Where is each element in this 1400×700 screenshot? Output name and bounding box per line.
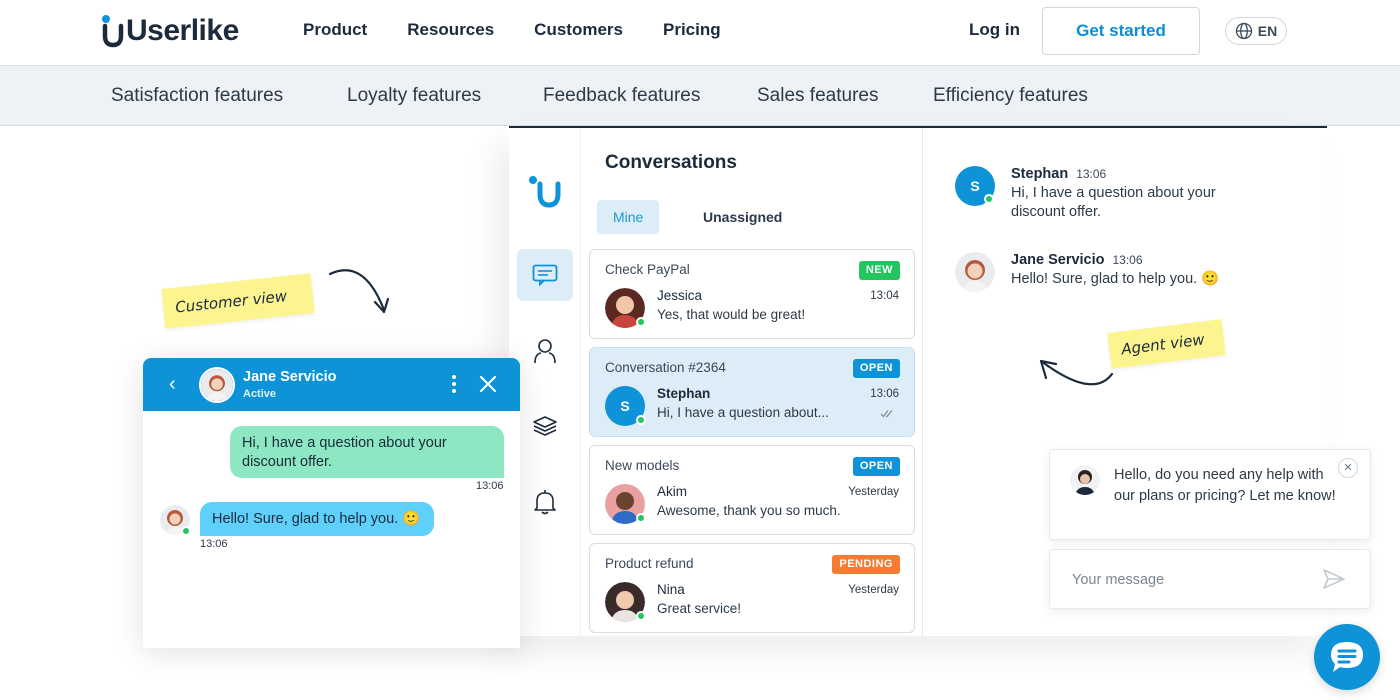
conversation-time: 13:04 (870, 290, 899, 302)
online-indicator (984, 194, 994, 204)
online-indicator (636, 611, 646, 621)
user-icon (534, 339, 556, 364)
rail-contacts-button[interactable] (517, 325, 573, 377)
chat-invitation: Hello, do you need any help with our pla… (1049, 449, 1371, 540)
online-indicator (636, 317, 646, 327)
read-check-icon (880, 410, 893, 418)
rail-conversations-button[interactable] (517, 249, 573, 301)
last-message: Yes, that would be great! (657, 307, 806, 322)
layers-icon (533, 416, 557, 436)
contact-name: Stephan (657, 386, 711, 401)
customer-view-note: Customer view (161, 273, 315, 329)
conversations-title: Conversations (605, 152, 737, 173)
userlike-logo-icon (102, 15, 124, 48)
main-nav: Product Resources Customers Pricing (303, 20, 721, 40)
curved-arrow-icon (328, 269, 390, 314)
contact-name: Jessica (657, 288, 703, 303)
nav-customers[interactable]: Customers (534, 20, 623, 40)
online-indicator (636, 513, 646, 523)
subnav-sales[interactable]: Sales features (757, 85, 878, 107)
contact-name: Akim (657, 484, 687, 499)
conversations-column: Conversations Mine Unassigned Check PayP… (581, 128, 923, 636)
rail-notifications-button[interactable] (517, 476, 573, 528)
sender-name: Jane Servicio 13:06 (1011, 252, 1143, 268)
avatar (955, 252, 995, 292)
status-badge: NEW (858, 261, 900, 280)
back-chevron-icon[interactable]: ‹ (169, 373, 176, 396)
more-vertical-icon[interactable] (449, 372, 459, 396)
message-time: 13:06 (1112, 253, 1143, 267)
logo-text: Userlike (126, 14, 239, 47)
chat-bubble-icon (1331, 642, 1363, 672)
userlike-u-icon (529, 176, 561, 208)
nav-pricing[interactable]: Pricing (663, 20, 721, 40)
open-chat-button[interactable] (1314, 624, 1380, 690)
invitation-message: Hello, do you need any help with our pla… (1114, 467, 1336, 504)
avatar (199, 367, 235, 403)
conversation-card[interactable]: Product refund PENDING Nina Yesterday Gr… (589, 543, 915, 633)
online-indicator (636, 415, 646, 425)
agent-status: Active (243, 388, 277, 400)
nav-product[interactable]: Product (303, 20, 367, 40)
agent-name: Jane Servicio (243, 369, 337, 385)
contact-name: Nina (657, 582, 685, 597)
subnav-satisfaction[interactable]: Satisfaction features (111, 85, 283, 107)
top-navigation-bar: Userlike Product Resources Customers Pri… (0, 0, 1400, 66)
message-time: 13:06 (200, 538, 228, 550)
message-text: Hi, I have a question about your discoun… (1011, 185, 1216, 220)
conversation-card[interactable]: New models OPEN Akim Yesterday Awesome, … (589, 445, 915, 535)
outgoing-message-bubble: Hi, I have a question about your discoun… (230, 426, 504, 478)
status-badge: OPEN (852, 457, 900, 476)
subnav-feedback[interactable]: Feedback features (543, 85, 700, 107)
features-subnav: Satisfaction features Loyalty features F… (0, 66, 1400, 126)
language-selector[interactable]: EN (1225, 17, 1287, 45)
language-code: EN (1257, 23, 1278, 39)
chat-icon (532, 264, 558, 286)
close-icon[interactable]: ✕ (1338, 458, 1358, 478)
subnav-loyalty[interactable]: Loyalty features (347, 85, 481, 107)
avatar (1070, 465, 1100, 495)
conversation-card[interactable]: Conversation #2364 OPEN S Stephan 13:06 … (589, 347, 915, 437)
conversation-card[interactable]: Check PayPal NEW Jessica 13:04 Yes, that… (589, 249, 915, 339)
message-input-box (1049, 549, 1371, 609)
message-time: 13:06 (476, 480, 504, 492)
conversation-time: Yesterday (848, 584, 899, 596)
status-badge: OPEN (852, 359, 900, 378)
tab-unassigned[interactable]: Unassigned (687, 200, 798, 234)
incoming-message-bubble: Hello! Sure, glad to help you. 🙂 (200, 502, 434, 536)
rail-layers-button[interactable] (517, 400, 573, 452)
subnav-efficiency[interactable]: Efficiency features (933, 85, 1088, 107)
customer-chat-widget: ‹ Jane Servicio Active Hi, I have a ques… (143, 358, 520, 648)
message-text: Hello! Sure, glad to help you. 🙂 (1011, 271, 1220, 287)
sender-name: Stephan 13:06 (1011, 166, 1107, 182)
last-message: Hi, I have a question about... (657, 405, 829, 420)
conversation-subject: Product refund (605, 556, 694, 571)
nav-resources[interactable]: Resources (407, 20, 494, 40)
conversation-time: Yesterday (848, 486, 899, 498)
get-started-button[interactable]: Get started (1042, 7, 1200, 55)
last-message: Awesome, thank you so much. (657, 503, 841, 518)
tab-mine[interactable]: Mine (597, 200, 660, 234)
status-badge: PENDING (832, 555, 900, 574)
userlike-logo[interactable]: Userlike (100, 14, 239, 48)
widget-header: ‹ Jane Servicio Active (143, 358, 520, 411)
last-message: Great service! (657, 601, 742, 616)
conversation-time: 13:06 (870, 388, 899, 400)
login-link[interactable]: Log in (969, 20, 1020, 40)
conversation-subject: Check PayPal (605, 262, 690, 277)
online-indicator (181, 526, 191, 536)
send-icon[interactable] (1322, 568, 1346, 590)
curved-arrow-icon (1039, 359, 1114, 386)
bell-icon (534, 490, 556, 515)
conversation-subject: Conversation #2364 (605, 360, 726, 375)
message-input[interactable] (1072, 569, 1312, 591)
globe-icon (1235, 22, 1252, 40)
close-icon[interactable] (479, 372, 497, 396)
message-time: 13:06 (1076, 167, 1107, 181)
conversation-subject: New models (605, 458, 680, 473)
